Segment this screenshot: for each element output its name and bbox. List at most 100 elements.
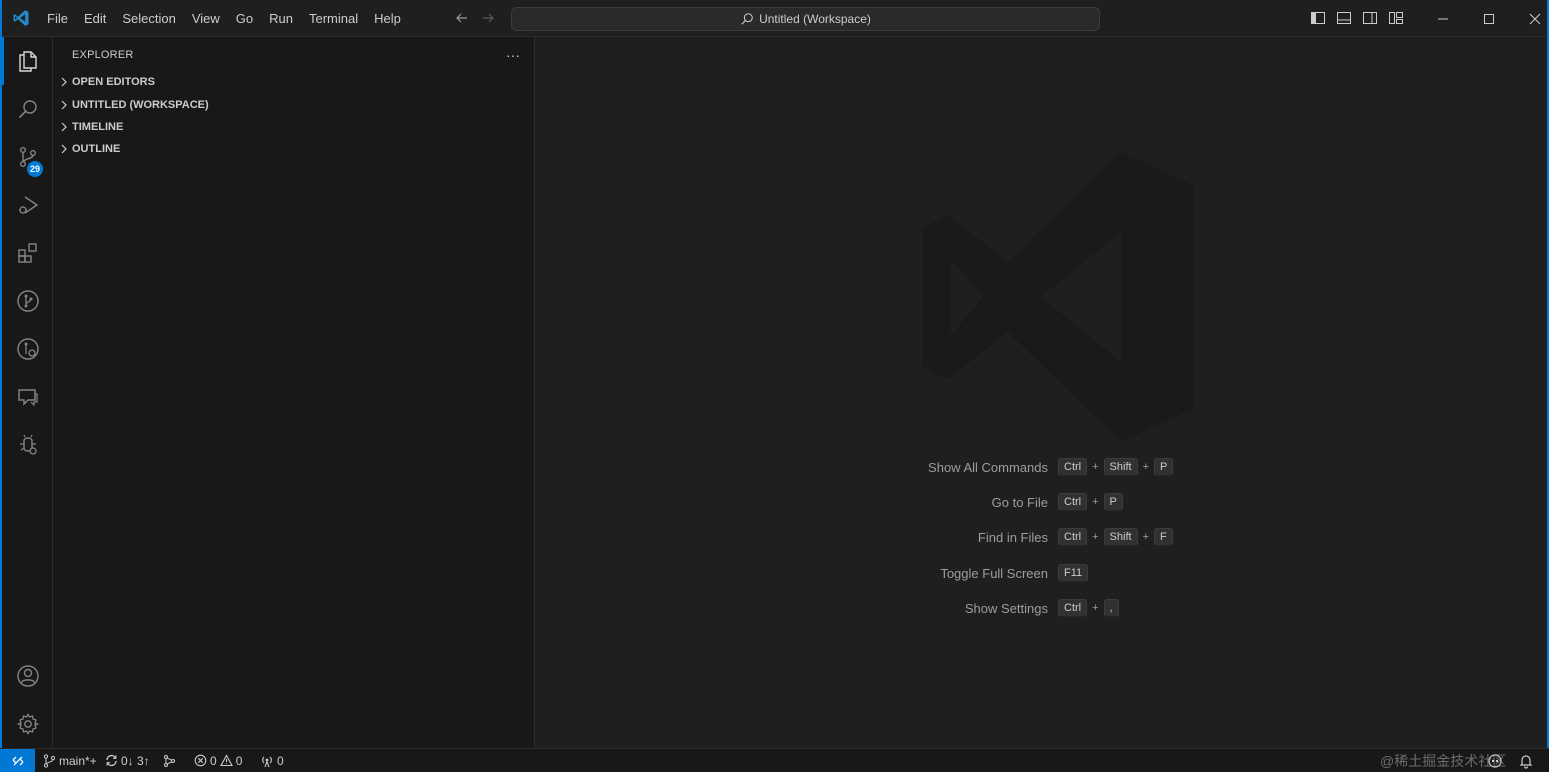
shortcut-keys: Ctrl + Shift + F: [1058, 528, 1173, 546]
activity-accounts[interactable]: [2, 652, 53, 700]
shortcut-keys: Ctrl + ,: [1058, 599, 1119, 617]
branch-name: main*+: [59, 753, 97, 768]
vscode-logo-icon: [13, 10, 29, 26]
shortcut-keys: Ctrl + Shift + P: [1058, 458, 1174, 476]
ports-status[interactable]: 0: [260, 749, 284, 772]
window-controls: [1420, 0, 1549, 37]
editor-area: Show All Commands Ctrl + Shift + P Go to F…: [536, 37, 1547, 748]
section-label: OUTLINE: [72, 143, 121, 155]
toggle-secondary-sidebar-icon[interactable]: [1362, 10, 1378, 26]
sidebar-title: EXPLORER: [72, 49, 134, 61]
minimize-icon: [1438, 18, 1448, 19]
broadcast-icon: [262, 756, 272, 767]
remote-indicator[interactable]: [0, 749, 35, 772]
account-icon: [16, 665, 39, 687]
navigation-arrows: [454, 10, 496, 26]
problems-status[interactable]: 0 0: [194, 749, 242, 772]
section-label: TIMELINE: [72, 121, 124, 133]
chevron-right-icon: [56, 119, 72, 135]
back-arrow-icon[interactable]: [454, 10, 470, 26]
explorer-sidebar: EXPLORER ··· OPEN EDITORS UNTITLED (WORK…: [53, 37, 535, 748]
copilot-icon[interactable]: [1487, 753, 1503, 769]
activity-git-graph[interactable]: [2, 277, 53, 325]
ports-count: 0: [277, 753, 284, 768]
menu-item-view[interactable]: View: [184, 7, 228, 31]
menu-item-go[interactable]: Go: [228, 7, 261, 31]
section-label: OPEN EDITORS: [72, 76, 155, 88]
activity-manage[interactable]: [2, 700, 53, 748]
menu-item-file[interactable]: File: [39, 7, 76, 31]
views-more-actions-button[interactable]: ···: [504, 46, 522, 64]
maximize-icon: [1484, 13, 1494, 24]
git-branch-icon: [43, 753, 56, 768]
source-control-badge: 29: [27, 161, 43, 177]
forward-arrow-icon[interactable]: [480, 10, 496, 26]
vscode-watermark-logo-icon: [923, 152, 1193, 442]
search-icon: [18, 100, 37, 119]
key: Shift: [1103, 528, 1138, 546]
sync-icon: [106, 754, 117, 767]
section-workspace[interactable]: UNTITLED (WORKSPACE): [53, 94, 534, 116]
menu-item-help[interactable]: Help: [366, 7, 409, 31]
section-open-editors[interactable]: OPEN EDITORS: [53, 71, 534, 93]
minimize-button[interactable]: [1420, 0, 1466, 37]
key: Ctrl: [1058, 458, 1088, 476]
shortcut-label: Show All Commands: [928, 459, 1048, 475]
key: F: [1154, 528, 1173, 546]
sync-counts: 0↓ 3↑: [121, 753, 150, 768]
close-icon: [1529, 13, 1541, 24]
activity-bug-search[interactable]: [2, 421, 53, 469]
command-center[interactable]: Untitled (Workspace): [511, 7, 1100, 31]
chevron-right-icon: [56, 141, 72, 157]
activity-explorer[interactable]: [2, 37, 53, 85]
toggle-panel-icon[interactable]: [1336, 10, 1352, 26]
error-count: 0: [210, 753, 217, 768]
chevron-right-icon: [56, 74, 72, 90]
activity-source-control[interactable]: 29: [2, 133, 53, 181]
git-graph-icon: [16, 290, 39, 312]
sync-status[interactable]: 0↓ 3↑: [105, 749, 150, 772]
key: F11: [1058, 564, 1089, 582]
section-label: UNTITLED (WORKSPACE): [72, 99, 209, 111]
git-graph-status[interactable]: [163, 749, 177, 772]
extensions-icon: [17, 243, 37, 263]
shortcut-label: Find in Files: [977, 529, 1048, 545]
chevron-right-icon: [56, 97, 72, 113]
menu-item-edit[interactable]: Edit: [76, 7, 114, 31]
menu-item-selection[interactable]: Selection: [114, 7, 183, 31]
shortcut-label: Show Settings: [964, 600, 1048, 616]
maximize-button[interactable]: [1466, 0, 1512, 37]
warning-icon: [219, 754, 233, 767]
bug-search-icon: [19, 434, 37, 455]
activity-run-debug[interactable]: [2, 181, 53, 229]
git-lens-icon: [16, 338, 39, 360]
command-center-label: Untitled (Workspace): [759, 12, 871, 26]
activity-bar: 29: [2, 37, 53, 748]
layout-controls: [1310, 10, 1404, 26]
key: Ctrl: [1058, 599, 1088, 617]
section-timeline[interactable]: TIMELINE: [53, 116, 534, 138]
activity-extensions[interactable]: [2, 229, 53, 277]
remote-icon: [12, 756, 23, 765]
branch-status[interactable]: main*+: [43, 749, 97, 772]
shortcut-keys: Ctrl + P: [1058, 493, 1123, 511]
section-outline[interactable]: OUTLINE: [53, 138, 534, 160]
close-button[interactable]: [1512, 0, 1549, 37]
customize-layout-icon[interactable]: [1388, 10, 1404, 26]
activity-search[interactable]: [2, 85, 53, 133]
toggle-primary-sidebar-icon[interactable]: [1310, 10, 1326, 26]
explorer-icon: [18, 51, 37, 72]
title-bar: File Edit Selection View Go Run Terminal Help U…: [2, 0, 1547, 37]
key: Ctrl: [1058, 493, 1088, 511]
key: P: [1154, 458, 1174, 476]
activity-git-lens[interactable]: [2, 325, 53, 373]
menu-item-terminal[interactable]: Terminal: [301, 7, 366, 31]
settings-gear-icon: [16, 713, 39, 735]
shortcut-label: Toggle Full Screen: [940, 565, 1048, 581]
activity-comments[interactable]: [2, 373, 53, 421]
menu-bar: File Edit Selection View Go Run Terminal Help: [39, 0, 409, 37]
search-icon: [741, 13, 753, 25]
status-bar: main*+ 0↓ 3↑ 0 0 0 @稀土掘金技术社区: [0, 748, 1549, 772]
menu-item-run[interactable]: Run: [261, 7, 301, 31]
notifications-bell-icon[interactable]: [1518, 753, 1534, 769]
